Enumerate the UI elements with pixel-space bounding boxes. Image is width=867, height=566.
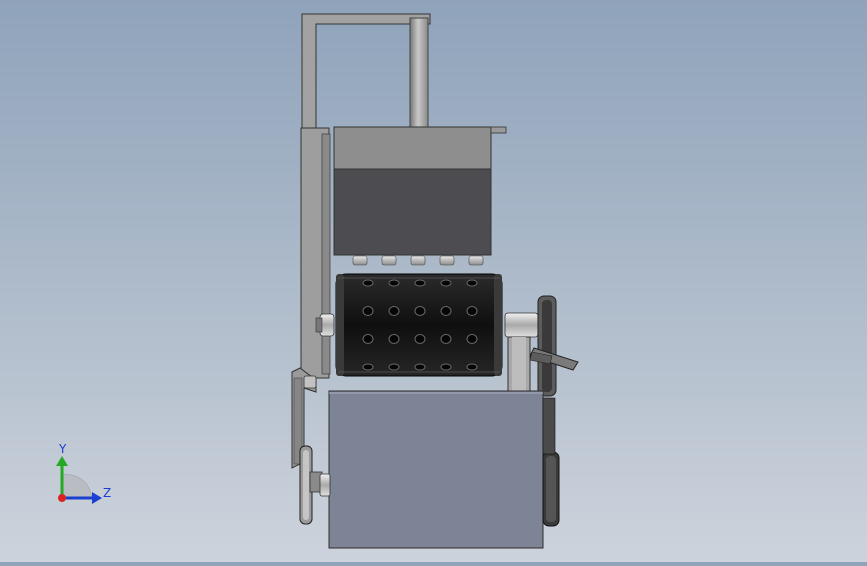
handle-frame: [301, 13, 431, 129]
roller-hole: [466, 306, 478, 316]
crank-wheel: [529, 295, 579, 397]
left-wheel: [299, 445, 331, 525]
coordinate-triad: Y Z: [56, 442, 111, 504]
roller-assembly: [315, 273, 539, 377]
triad-origin: [58, 494, 66, 502]
roller-hole: [388, 363, 400, 371]
hopper-pin: [468, 255, 484, 266]
roller-hole: [362, 306, 374, 316]
z-axis-arrow: [92, 492, 102, 504]
hopper: [333, 126, 507, 256]
roller-hole: [388, 279, 400, 287]
hopper-pin: [410, 255, 426, 266]
right-bracket: [507, 336, 531, 392]
roller-hole: [414, 334, 426, 344]
roller-hole: [362, 334, 374, 344]
roller-hole: [414, 363, 426, 371]
roller-hole: [466, 334, 478, 344]
hopper-pin: [352, 255, 368, 266]
hopper-pins: [352, 255, 484, 266]
roller-hole: [466, 363, 478, 371]
roller-hole: [362, 363, 374, 371]
y-axis-label: Y: [58, 442, 67, 456]
roller-hole: [466, 279, 478, 287]
cad-model-view: Y Z: [56, 13, 579, 549]
hopper-pin: [439, 255, 455, 266]
y-axis-arrow: [56, 456, 68, 466]
roller-hole: [414, 306, 426, 316]
roller-hole: [440, 363, 452, 371]
roller-hole: [388, 334, 400, 344]
roller-hole: [414, 279, 426, 287]
roller-hole: [362, 279, 374, 287]
roller-hole: [440, 306, 452, 316]
z-axis-label: Z: [103, 486, 111, 500]
hopper-pin: [381, 255, 397, 266]
cad-viewport[interactable]: Y Z: [0, 0, 867, 562]
side-plate: [300, 127, 331, 379]
roller-hole: [440, 279, 452, 287]
roller-hole: [440, 334, 452, 344]
base-box: [328, 390, 544, 549]
roller-hole: [388, 306, 400, 316]
right-wheel: [542, 397, 560, 527]
